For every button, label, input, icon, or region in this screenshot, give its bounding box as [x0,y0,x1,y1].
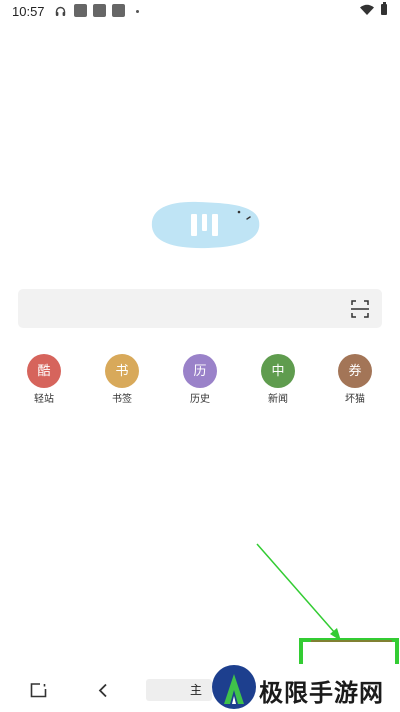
watermark-text: 极限手游网 [259,679,384,707]
watermark-logo [212,665,256,709]
annotation-overlay [256,543,399,664]
